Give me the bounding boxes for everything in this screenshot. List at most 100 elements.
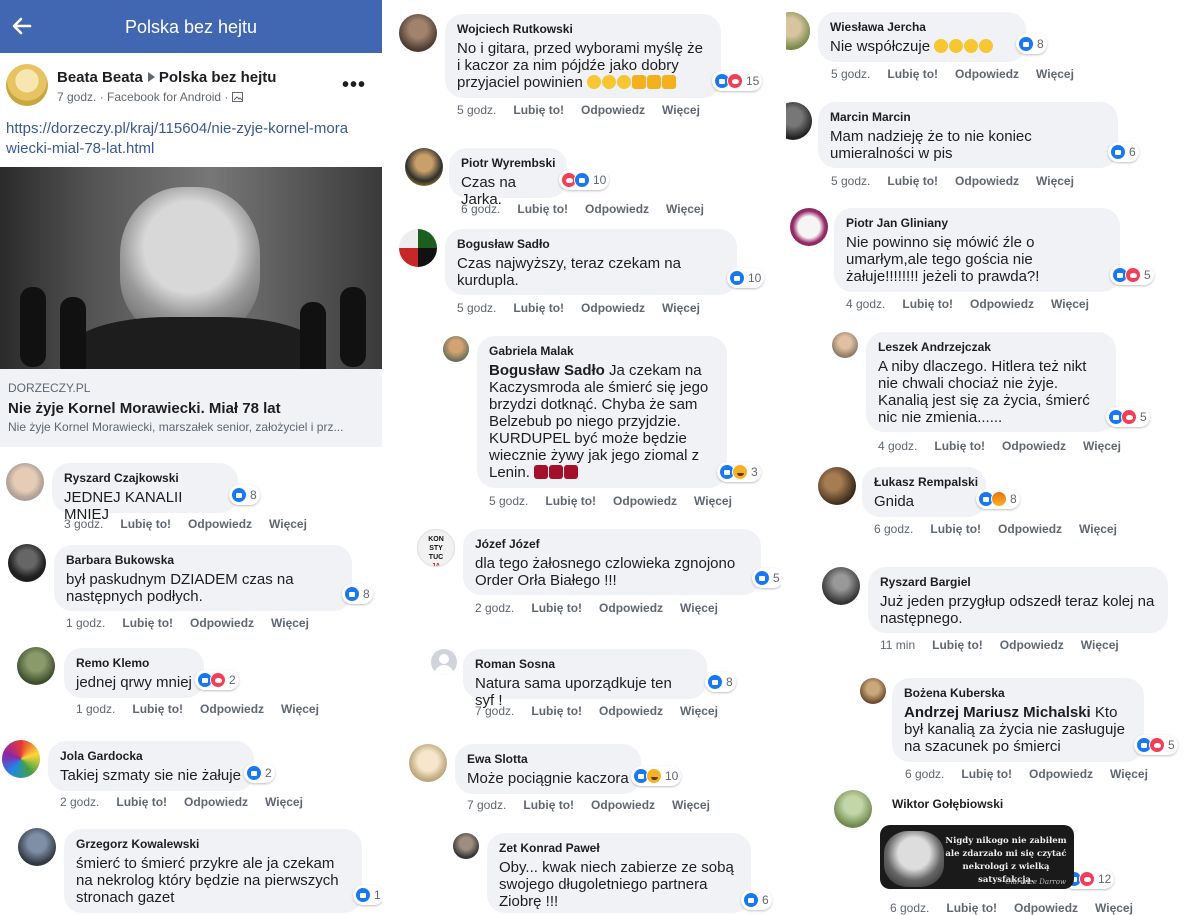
avatar[interactable] [822,567,860,605]
comment-author[interactable]: Wojciech Rutkowski [457,21,709,37]
reactions[interactable]: 1 [353,885,382,905]
reply-button[interactable]: Odpowiedz [1002,439,1066,453]
avatar[interactable] [818,467,856,505]
reply-button[interactable]: Odpowiedz [591,798,655,812]
more-button[interactable]: Więcej [680,704,718,718]
reply-button[interactable]: Odpowiedz [585,202,649,216]
post-link-url[interactable]: https://dorzeczy.pl/kraj/115604/nie-zyje… [6,119,351,159]
comment-author[interactable]: Leszek Andrzejczak [878,339,1104,355]
more-button[interactable]: Więcej [662,301,700,315]
reply-button[interactable]: Odpowiedz [599,704,663,718]
reply-button[interactable]: Odpowiedz [599,601,663,615]
avatar[interactable] [399,229,437,267]
like-button[interactable]: Lubię to! [523,798,574,812]
more-button[interactable]: Więcej [1036,67,1074,81]
comment-author[interactable]: Zet Konrad Paweł [499,840,739,856]
avatar[interactable] [405,148,443,186]
like-button[interactable]: Lubię to! [120,517,171,531]
comment-time[interactable]: 2 godz. [60,795,99,809]
more-options-icon[interactable]: ••• [342,74,366,97]
like-button[interactable]: Lubię to! [887,67,938,81]
avatar[interactable] [399,14,437,52]
like-button[interactable]: Lubię to! [116,795,167,809]
avatar[interactable] [786,12,810,50]
like-button[interactable]: Lubię to! [132,702,183,716]
comment-time[interactable]: 7 godz. [467,798,506,812]
comment-author[interactable]: Józef Józef [475,536,749,552]
like-button[interactable]: Lubię to! [930,522,981,536]
comment-time[interactable]: 4 godz. [878,439,917,453]
more-button[interactable]: Więcej [1036,174,1074,188]
reactions[interactable]: 8 [976,489,1020,509]
like-button[interactable]: Lubię to! [517,202,568,216]
reactions[interactable]: 15 [712,71,763,91]
more-button[interactable]: Więcej [1095,901,1133,915]
comment-time[interactable]: 6 godz. [874,522,913,536]
reply-button[interactable]: Odpowiedz [184,795,248,809]
reply-button[interactable]: Odpowiedz [613,494,677,508]
more-button[interactable]: Więcej [680,601,718,615]
like-button[interactable]: Lubię to! [545,494,596,508]
like-button[interactable]: Lubię to! [122,616,173,630]
avatar[interactable] [409,744,447,782]
reactions[interactable]: 3 [717,462,761,482]
more-button[interactable]: Więcej [1079,522,1117,536]
more-button[interactable]: Więcej [271,616,309,630]
like-button[interactable]: Lubię to! [531,601,582,615]
post-group[interactable]: Polska bez hejtu [159,69,277,86]
like-button[interactable]: Lubię to! [961,767,1012,781]
comment-author[interactable]: Jola Gardocka [60,748,242,764]
more-button[interactable]: Więcej [1083,439,1121,453]
avatar[interactable] [790,208,828,246]
comment-author[interactable]: Barbara Bukowska [66,552,340,568]
reactions[interactable]: 10 [559,170,610,190]
reply-button[interactable]: Odpowiedz [1000,638,1064,652]
more-button[interactable]: Więcej [666,202,704,216]
comment-author[interactable]: Remo Klemo [76,655,192,671]
reactions[interactable]: 8 [342,584,373,604]
more-button[interactable]: Więcej [1081,638,1119,652]
avatar[interactable] [6,463,44,501]
comment-time[interactable]: 5 godz. [457,103,496,117]
avatar[interactable]: KON STY TUC JA [417,529,455,567]
comment-time[interactable]: 5 godz. [489,494,528,508]
comment-author[interactable]: Marcin Marcin [830,109,1106,125]
mention[interactable]: Bogusław Sadło [489,362,605,379]
reactions[interactable]: 5 [1134,735,1178,755]
reply-button[interactable]: Odpowiedz [955,67,1019,81]
like-button[interactable]: Lubię to! [946,901,997,915]
reactions[interactable]: 6 [741,890,772,910]
more-button[interactable]: Więcej [269,517,307,531]
avatar[interactable] [786,102,812,140]
avatar[interactable] [6,64,48,106]
reply-button[interactable]: Odpowiedz [955,174,1019,188]
reactions[interactable]: 8 [1016,34,1047,54]
like-button[interactable]: Lubię to! [513,103,564,117]
comment-time[interactable]: 6 godz. [905,767,944,781]
like-button[interactable]: Lubię to! [934,439,985,453]
post-author[interactable]: Beata Beata [57,69,143,86]
avatar[interactable] [2,740,40,778]
comment-author[interactable]: Bogusław Sadło [457,236,725,252]
reply-button[interactable]: Odpowiedz [190,616,254,630]
comment-author[interactable]: Piotr Wyrembski [461,155,555,171]
reply-button[interactable]: Odpowiedz [1029,767,1093,781]
reply-button[interactable]: Odpowiedz [970,297,1034,311]
avatar[interactable] [443,336,469,362]
like-button[interactable]: Lubię to! [513,301,564,315]
reactions[interactable]: 5 [1110,265,1154,285]
like-button[interactable]: Lubię to! [932,638,983,652]
comment-author[interactable]: Grzegorz Kowalewski [76,836,350,852]
comment-time[interactable]: 1 godz. [76,702,115,716]
reply-button[interactable]: Odpowiedz [200,702,264,716]
reactions[interactable]: 10 [727,268,765,288]
avatar[interactable] [8,544,46,582]
comment-time[interactable]: 4 godz. [846,297,885,311]
avatar[interactable] [17,647,55,685]
comment-time[interactable]: 2 godz. [475,601,514,615]
avatar[interactable] [18,828,56,866]
reactions[interactable]: 2 [195,670,239,690]
reply-button[interactable]: Odpowiedz [188,517,252,531]
more-button[interactable]: Więcej [265,795,303,809]
link-preview-image[interactable] [0,167,382,369]
